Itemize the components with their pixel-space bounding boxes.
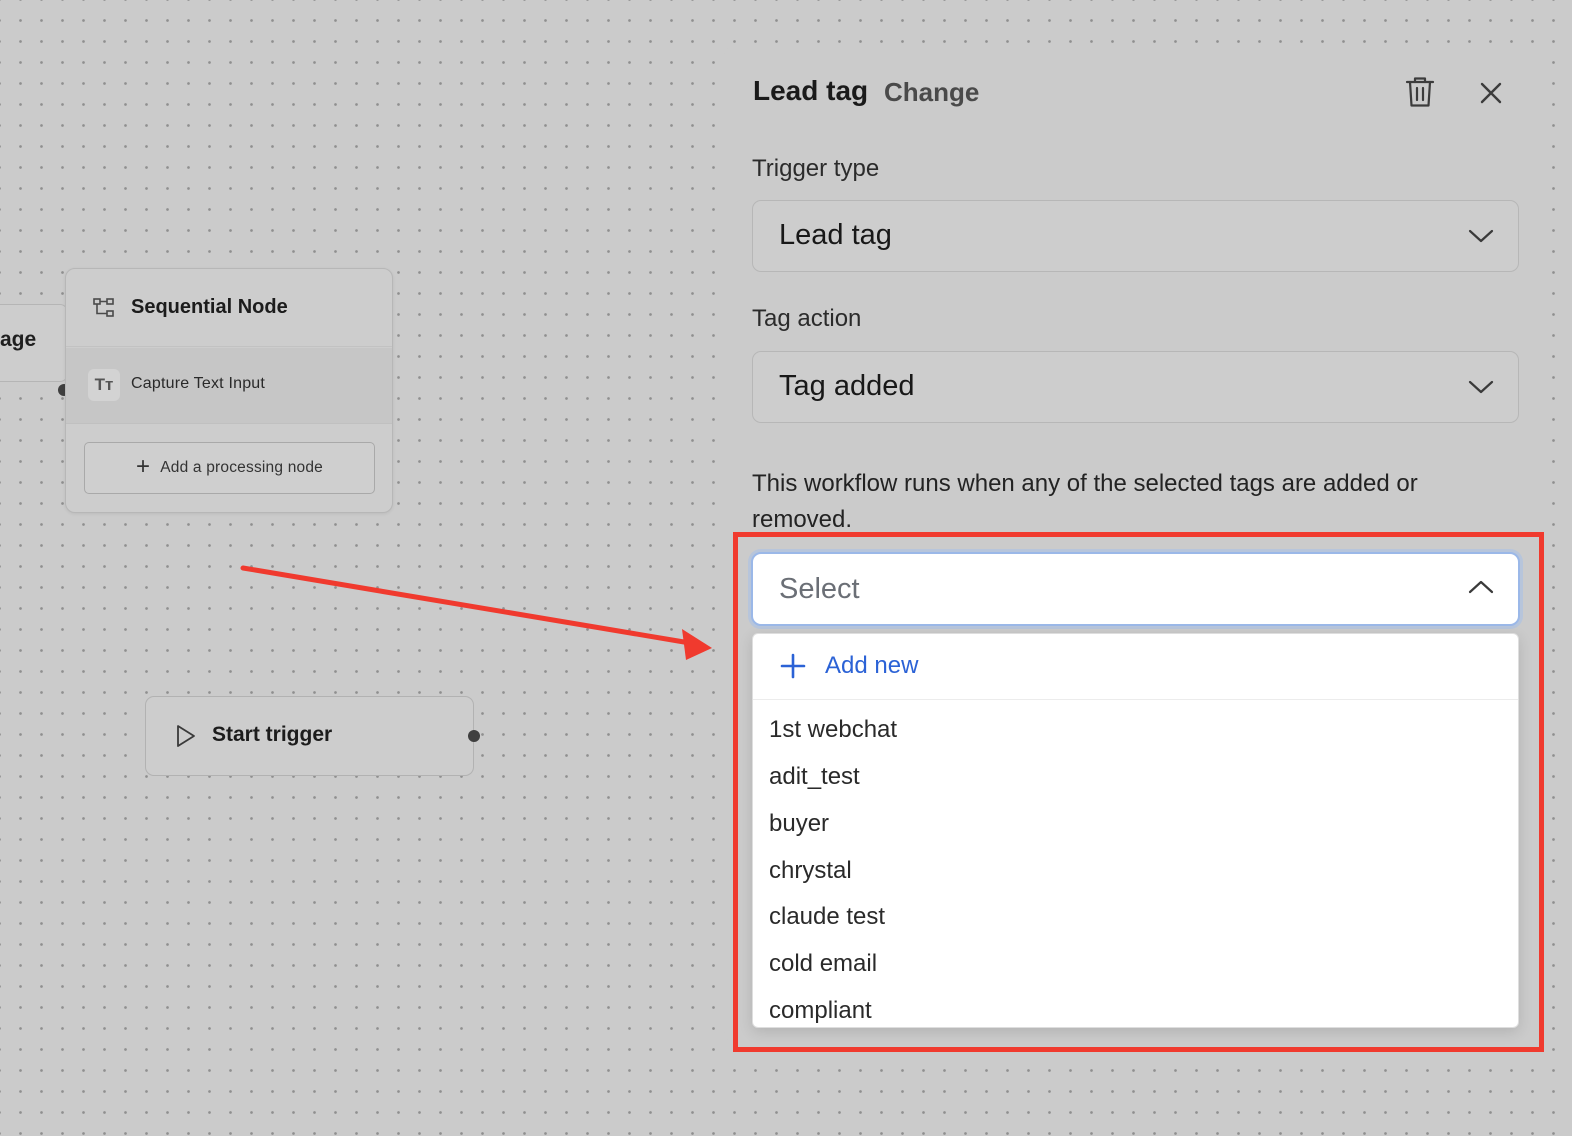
step-label: Capture Text Input [131,375,266,392]
play-icon [177,725,195,747]
sequential-node-icon [93,298,114,317]
sequential-node[interactable]: Sequential Node Tт Capture Text Input + … [65,268,393,513]
panel-title: Lead tag [753,75,869,106]
add-new-tag-option[interactable]: Add new [753,634,1518,700]
tag-action-label: Tag action [752,305,862,332]
tag-option[interactable]: cold email [769,950,877,978]
tag-option[interactable]: adit_test [769,763,860,791]
tag-select-placeholder: Select [779,573,860,605]
plus-icon [780,653,806,679]
close-icon[interactable] [1472,74,1510,112]
tag-action-value: Tag added [779,370,915,402]
tag-option[interactable]: buyer [769,810,829,838]
trigger-type-select[interactable]: Lead tag [752,200,1519,272]
partial-node-label: age [0,328,37,351]
chevron-down-icon [1468,229,1494,243]
tag-option[interactable]: 1st webchat [769,716,897,744]
chevron-down-icon [1468,380,1494,394]
tag-dropdown-menu: Add new 1st webchat adit_test buyer chry… [752,633,1519,1028]
add-new-label: Add new [825,652,919,679]
sequential-node-header: Sequential Node [66,269,392,347]
tag-action-select[interactable]: Tag added [752,351,1519,423]
start-trigger-output-port[interactable] [468,730,480,742]
sequential-node-step[interactable]: Tт Capture Text Input [66,348,392,424]
add-processing-node-label: Add a processing node [160,459,323,476]
tag-option[interactable]: compliant [769,997,872,1025]
workflow-description: This workflow runs when any of the selec… [752,470,1418,533]
change-trigger-link[interactable]: Change [884,77,979,108]
text-input-icon: Tт [88,369,120,401]
tag-select-input[interactable]: Select [751,552,1520,626]
plus-icon: + [136,453,151,480]
tag-option[interactable]: claude test [769,903,885,931]
start-trigger-label: Start trigger [212,723,333,746]
tag-option[interactable]: chrystal [769,857,852,885]
add-processing-node-button[interactable]: + Add a processing node [84,442,375,494]
trash-icon[interactable] [1400,72,1440,112]
trigger-type-value: Lead tag [779,219,892,251]
chevron-up-icon [1468,580,1494,594]
trigger-type-label: Trigger type [752,155,880,182]
start-trigger-node[interactable]: Start trigger [145,696,474,776]
sequential-node-title: Sequential Node [131,296,288,318]
